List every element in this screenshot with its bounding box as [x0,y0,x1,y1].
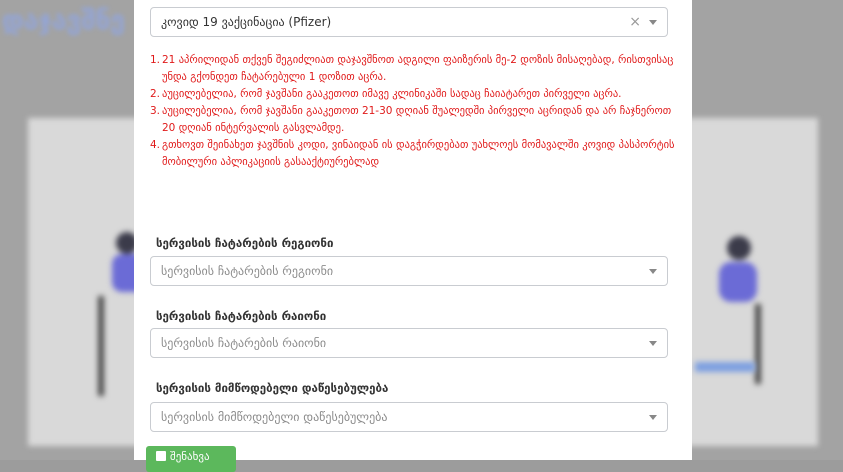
clear-icon[interactable]: × [629,8,641,36]
region-select[interactable]: სერვისის ჩატარების რეგიონი [150,256,668,286]
region-label: სერვისის ჩატარების რეგიონი [156,236,334,250]
chevron-down-icon[interactable] [649,415,657,420]
booking-modal: კოვიდ 19 ვაქცინაცია (Pfizer) × 1. 21 აპრი… [134,0,692,472]
background-illustration-right [705,232,765,402]
instruction-item: 4. გთხოვთ შეინახეთ ჯავშნის კოდი, ვინაიდან… [150,139,675,168]
district-select-placeholder: სერვისის ჩატარების რაიონი [161,336,327,350]
instruction-item: 2. აუცილებელია, რომ ჯავშანი გააკეთოთ იმავ… [150,88,622,100]
district-select[interactable]: სერვისის ჩატარების რაიონი [150,328,668,358]
provider-select[interactable]: სერვისის მიმწოდებელი დაწესებულება [150,402,668,432]
vaccine-select[interactable]: კოვიდ 19 ვაქცინაცია (Pfizer) × [150,7,668,37]
provider-select-placeholder: სერვისის მიმწოდებელი დაწესებულება [161,410,388,424]
instruction-item: 3. აუცილებელია, რომ ჯავშანი გააკეთოთ 21-3… [150,105,672,134]
save-button[interactable]: შენახვა [146,446,236,472]
save-button-label: შენახვა [170,450,210,463]
chevron-down-icon[interactable] [649,269,657,274]
region-select-placeholder: სერვისის ჩატარების რეგიონი [161,264,334,278]
instruction-item: 1. 21 აპრილიდან თქვენ შეგიძლიათ დაჯავშნოთ… [150,54,674,83]
instructions-list: 1. 21 აპრილიდან თქვენ შეგიძლიათ დაჯავშნოთ… [150,52,680,171]
chevron-down-icon[interactable] [649,20,657,25]
provider-label: სერვისის მიმწოდებელი დაწესებულება [156,381,389,395]
chevron-down-icon[interactable] [649,341,657,346]
background-title: დაჯავშნე [2,6,125,36]
vaccine-select-value: კოვიდ 19 ვაქცინაცია (Pfizer) [161,15,332,29]
background-link [695,362,755,372]
district-label: სერვისის ჩატარების რაიონი [156,309,327,323]
